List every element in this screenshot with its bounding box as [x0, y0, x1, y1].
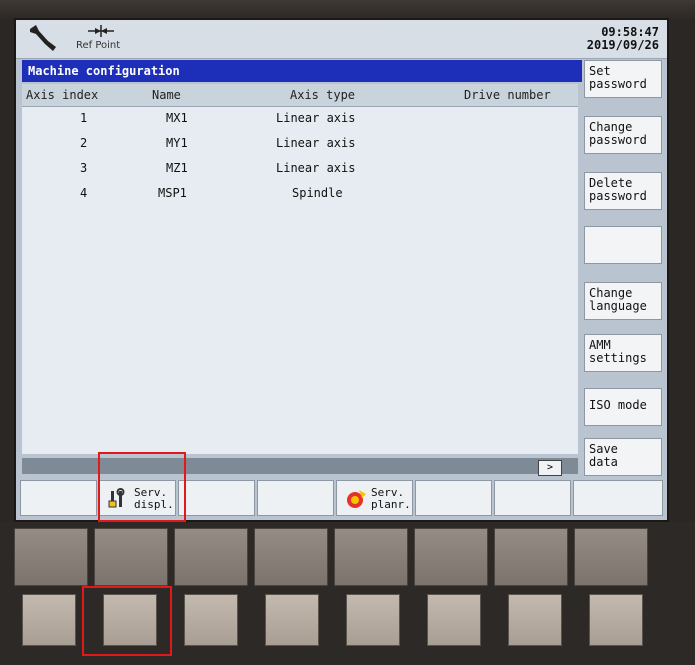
- clock: 09:58:47 2019/09/26: [587, 26, 659, 52]
- ref-point-icon: [88, 25, 114, 37]
- hardware-softkey-1[interactable]: [22, 594, 76, 646]
- cell-type: Spindle: [292, 186, 343, 200]
- panel-key[interactable]: [174, 528, 248, 586]
- panel-key[interactable]: [14, 528, 88, 586]
- col-drive-number: Drive number: [464, 88, 551, 102]
- hardware-softkey-8[interactable]: [589, 594, 643, 646]
- highlight-serv-displ-softkey: [98, 452, 186, 522]
- cell-name: MY1: [166, 136, 188, 150]
- col-axis-type: Axis type: [290, 88, 356, 102]
- cell-name: MX1: [166, 111, 188, 125]
- cell-type: Linear axis: [276, 161, 356, 175]
- service-planner-icon: [347, 490, 366, 508]
- table-row[interactable]: 4 MSP1 Spindle: [22, 183, 578, 207]
- softkey-label: password: [589, 189, 647, 203]
- ref-point-label: Ref Point: [76, 40, 121, 51]
- panel-key[interactable]: [494, 528, 568, 586]
- softkey-label: data: [589, 455, 618, 469]
- cell-index: 4: [80, 186, 88, 200]
- iso-mode-button[interactable]: ISO mode: [584, 388, 662, 426]
- softkey-label: password: [589, 77, 647, 91]
- panel-key[interactable]: [414, 528, 488, 586]
- cell-index: 1: [80, 111, 88, 125]
- hsoftkey-3[interactable]: [178, 480, 255, 516]
- panel-key[interactable]: [574, 528, 648, 586]
- cell-index: 2: [80, 136, 88, 150]
- col-name: Name: [152, 88, 181, 102]
- scroll-right-button[interactable]: >: [538, 460, 562, 476]
- wrench-icon: [30, 25, 56, 51]
- hardware-softkey-4[interactable]: [265, 594, 319, 646]
- softkey-label: settings: [589, 351, 647, 365]
- set-password-button[interactable]: Set password: [584, 60, 662, 98]
- softkey-text: Serv. planr.: [371, 487, 411, 511]
- hardware-softkey-5[interactable]: [346, 594, 400, 646]
- cell-type: Linear axis: [276, 136, 356, 150]
- status-header: Ref Point 09:58:47 2019/09/26: [16, 20, 667, 59]
- cell-name: MZ1: [166, 161, 188, 175]
- softkey-label: language: [589, 299, 647, 313]
- hsoftkey-8[interactable]: [573, 480, 663, 516]
- cnc-screen: Ref Point 09:58:47 2019/09/26 Machine co…: [14, 18, 669, 522]
- table-row[interactable]: 1 MX1 Linear axis: [22, 108, 578, 132]
- page-title: Machine configuration: [22, 60, 582, 82]
- hsoftkey-6[interactable]: [415, 480, 492, 516]
- table-header: Axis index Name Axis type Drive number: [22, 84, 578, 107]
- panel-key[interactable]: [334, 528, 408, 586]
- save-data-button[interactable]: Save data: [584, 438, 662, 476]
- softkey-label: password: [589, 133, 647, 147]
- cell-index: 3: [80, 161, 88, 175]
- col-axis-index: Axis index: [26, 88, 99, 102]
- hsoftkey-4[interactable]: [257, 480, 334, 516]
- softkey-label: planr.: [371, 498, 411, 511]
- cell-name: MSP1: [158, 186, 187, 200]
- serv-planr-button[interactable]: Serv. planr.: [336, 480, 413, 516]
- hsoftkey-7[interactable]: [494, 480, 571, 516]
- date-display: 2019/09/26: [586, 38, 659, 52]
- table-row[interactable]: 3 MZ1 Linear axis: [22, 158, 578, 182]
- panel-key[interactable]: [254, 528, 328, 586]
- hardware-softkey-6[interactable]: [427, 594, 481, 646]
- change-password-button[interactable]: Change password: [584, 116, 662, 154]
- hardware-softkey-7[interactable]: [508, 594, 562, 646]
- axis-table: Axis index Name Axis type Drive number 1…: [22, 84, 578, 454]
- change-language-button[interactable]: Change language: [584, 282, 662, 320]
- amm-settings-button[interactable]: AMM settings: [584, 334, 662, 372]
- highlight-hardware-key: [82, 586, 172, 656]
- empty-softkey[interactable]: [584, 226, 662, 264]
- cell-type: Linear axis: [276, 111, 356, 125]
- hsoftkey-1[interactable]: [20, 480, 97, 516]
- table-row[interactable]: 2 MY1 Linear axis: [22, 133, 578, 157]
- delete-password-button[interactable]: Delete password: [584, 172, 662, 210]
- softkey-label: ISO mode: [589, 398, 647, 412]
- hardware-softkey-3[interactable]: [184, 594, 238, 646]
- panel-key[interactable]: [94, 528, 168, 586]
